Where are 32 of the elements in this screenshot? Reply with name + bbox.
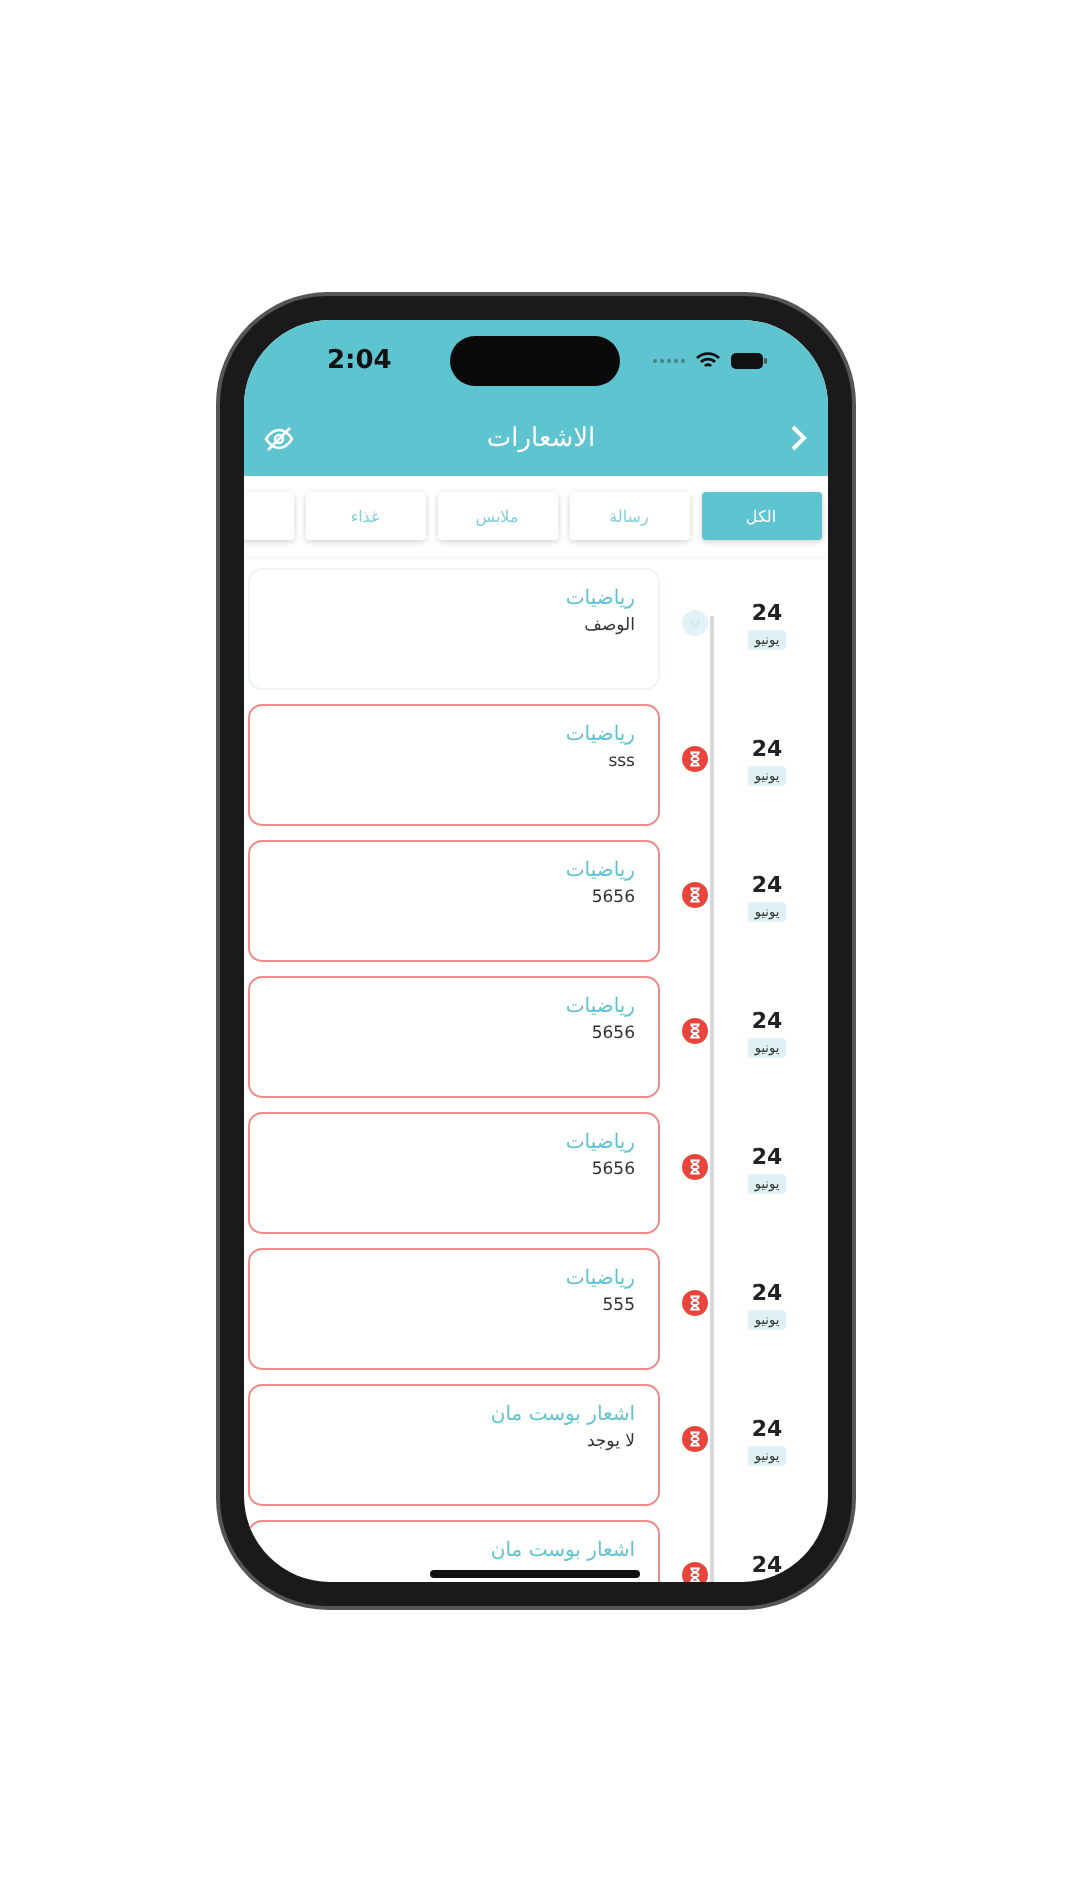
hidden-eye-icon[interactable] (263, 425, 293, 451)
notification-description: 5656 (591, 1024, 635, 1044)
notification-description: الوصف (584, 616, 635, 636)
notification-description: 5656 (591, 1160, 635, 1180)
notification-title: رياضيات (565, 1132, 635, 1154)
signal-icon (651, 357, 685, 363)
date-day: 24 (751, 872, 783, 898)
date-day: 24 (751, 736, 783, 762)
notification-description: 555 (602, 1296, 635, 1316)
notification-description: sss (608, 752, 635, 772)
date-day: 24 (751, 1008, 783, 1034)
battery-icon (729, 351, 767, 369)
date-day: 24 (751, 1144, 783, 1170)
notification-card[interactable]: اشعار بوست مان لا يوجد (247, 1384, 659, 1506)
notification-title: رياضيات (565, 860, 635, 882)
wifi-icon (695, 351, 719, 369)
notification-title: رياضيات (565, 588, 635, 610)
date-day: 24 (751, 600, 783, 626)
notification-card[interactable]: رياضيات الوصف (247, 568, 659, 690)
notification-title: اشعار بوست مان (490, 1404, 635, 1426)
notification-title: اشعار بوست مان (490, 1540, 635, 1562)
notification-title: رياضيات (565, 724, 635, 746)
notification-description: لا يوجد (586, 1432, 635, 1452)
notification-description: 5656 (591, 888, 635, 908)
chevron-right-icon[interactable] (789, 424, 807, 452)
page-title: الاشعارات (486, 423, 596, 453)
notification-title: رياضيات (565, 1268, 635, 1290)
status-time: 2:04 (327, 345, 392, 375)
date-day: 24 (751, 1280, 783, 1306)
date-day: 24 (751, 1552, 783, 1578)
notification-title: رياضيات (565, 996, 635, 1018)
date-day: 24 (751, 1416, 783, 1442)
